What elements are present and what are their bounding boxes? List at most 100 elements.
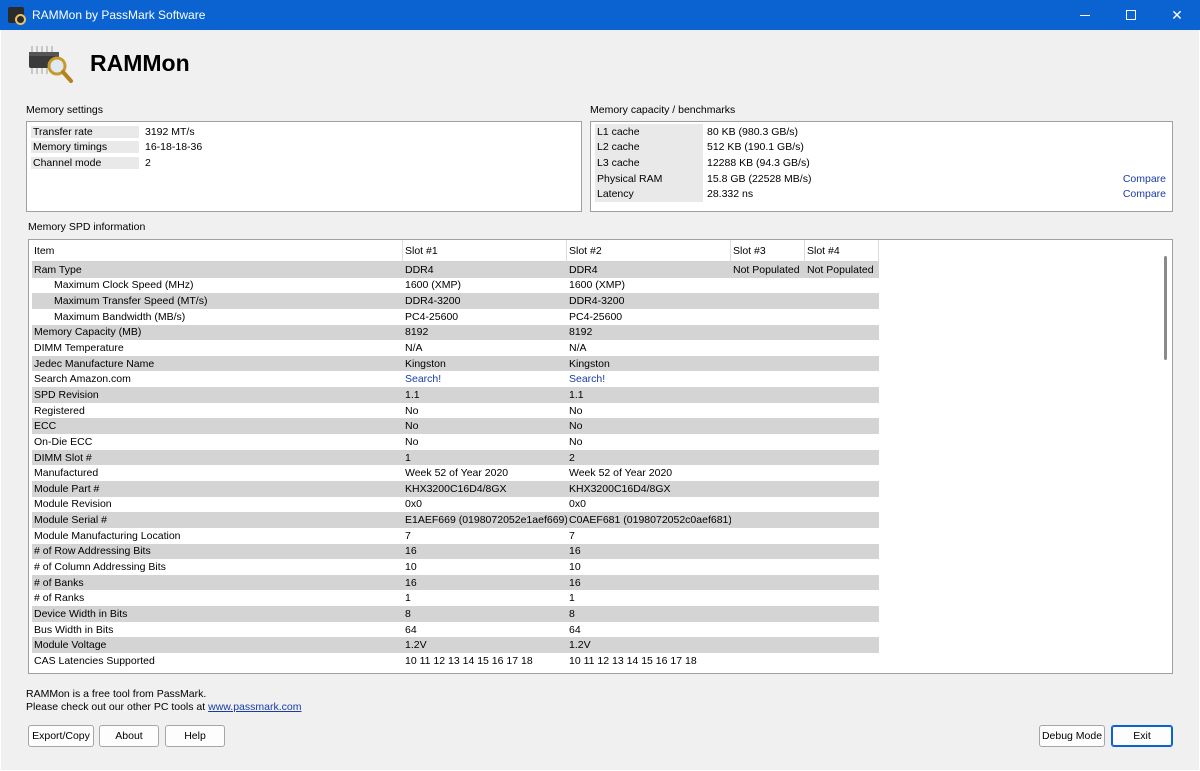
capacity-value: 28.332 ns — [707, 188, 754, 201]
capacity-key: Latency — [595, 186, 703, 202]
spd-row[interactable]: SPD Revision 1.1 1.1 — [32, 387, 879, 403]
spd-row[interactable]: Maximum Transfer Speed (MT/s) DDR4-3200 DD… — [32, 293, 879, 309]
compare-ram-link[interactable]: Compare — [1123, 173, 1166, 185]
spd-row[interactable]: # of Banks 16 16 — [32, 574, 879, 591]
minimize-icon — [1080, 14, 1090, 16]
spd-header-slot4[interactable]: Slot #4 — [805, 240, 879, 262]
spd-slot4-cell — [805, 278, 879, 294]
spd-slot4-cell — [805, 465, 879, 481]
spd-slot1-cell: 1 — [405, 451, 411, 464]
spd-row[interactable]: ECC No No — [32, 418, 879, 435]
settings-key: Channel mode — [31, 156, 139, 169]
spd-slot3-cell — [731, 309, 805, 325]
spd-row[interactable]: Maximum Bandwidth (MB/s) PC4-25600 PC4-256… — [32, 309, 879, 325]
spd-row[interactable]: DIMM Temperature N/A N/A — [32, 340, 879, 356]
spd-slot2-cell: 1 — [569, 592, 575, 605]
spd-item-cell: Device Width in Bits — [34, 607, 128, 620]
spd-slot3-cell — [731, 606, 805, 622]
spd-slot2-cell: DDR4 — [569, 263, 598, 276]
spd-slot2-cell: PC4-25600 — [569, 310, 623, 323]
spd-row[interactable]: Device Width in Bits 8 8 — [32, 606, 879, 622]
capacity-key: L3 cache — [595, 155, 703, 171]
spd-slot2-cell: 0x0 — [569, 498, 586, 511]
close-button[interactable]: ✕ — [1154, 0, 1200, 30]
spd-header-slot3[interactable]: Slot #3 — [731, 240, 805, 262]
spd-row[interactable]: DIMM Slot # 1 2 — [32, 449, 879, 466]
spd-row[interactable]: Search Amazon.com Search! Search! — [32, 371, 879, 387]
spd-item-cell: # of Banks — [34, 576, 84, 589]
spd-slot1-cell: 8 — [405, 607, 411, 620]
search-amazon-link[interactable]: Search! — [403, 371, 567, 387]
spd-slot1-cell: N/A — [405, 342, 423, 355]
spd-slot4-cell — [805, 356, 879, 372]
spd-item-cell: DIMM Temperature — [34, 342, 124, 355]
spd-row[interactable]: Ram Type DDR4 DDR4 Not Populated Not Populat… — [32, 262, 879, 278]
debug-mode-button[interactable]: Debug Mode — [1039, 725, 1105, 747]
spd-header-slot2[interactable]: Slot #2 — [567, 240, 731, 262]
spd-row[interactable]: Memory Capacity (MB) 8192 8192 — [32, 324, 879, 341]
spd-row[interactable]: Module Voltage 1.2V 1.2V — [32, 637, 879, 654]
spd-slot4-cell — [805, 325, 879, 341]
spd-item-cell: Jedec Manufacture Name — [34, 357, 155, 370]
exit-button[interactable]: Exit — [1111, 725, 1173, 747]
spd-slot3-cell — [731, 293, 805, 309]
compare-latency-link[interactable]: Compare — [1123, 188, 1166, 200]
settings-row: Memory timings 16-18-18-36 — [31, 140, 202, 156]
capacity-value: 15.8 GB (22528 MB/s) — [707, 172, 812, 185]
spd-slot1-cell: Kingston — [405, 357, 446, 370]
spd-slot2-cell: 1.2V — [569, 639, 591, 652]
spd-slot4-cell — [805, 450, 879, 466]
maximize-button[interactable] — [1108, 0, 1154, 30]
spd-row[interactable]: Module Manufacturing Location 7 7 — [32, 528, 879, 544]
search-amazon-link[interactable]: Search! — [567, 371, 731, 387]
spd-row[interactable]: Maximum Clock Speed (MHz) 1600 (XMP) 1600 … — [32, 278, 879, 294]
spd-slot4-cell — [805, 512, 879, 528]
spd-row[interactable]: Bus Width in Bits 64 64 — [32, 622, 879, 638]
rammon-app-icon — [8, 7, 26, 25]
spd-slot1-cell: No — [405, 435, 419, 448]
spd-row[interactable]: Registered No No — [32, 403, 879, 419]
minimize-button[interactable] — [1062, 0, 1108, 30]
export-copy-button[interactable]: Export/Copy — [28, 725, 94, 747]
spd-slot2-cell: 1.1 — [569, 388, 584, 401]
window-title: RAMMon by PassMark Software — [32, 8, 206, 22]
spd-slot1-cell: No — [405, 420, 419, 433]
spd-item-cell: Module Manufacturing Location — [34, 529, 181, 542]
spd-row[interactable]: Jedec Manufacture Name Kingston Kingston — [32, 355, 879, 372]
capacity-row: L3 cache 12288 KB (94.3 GB/s) — [595, 155, 1166, 171]
spd-slot4-cell — [805, 371, 879, 387]
scrollbar-thumb[interactable] — [1164, 256, 1167, 360]
about-button[interactable]: About — [99, 725, 159, 747]
spd-table[interactable]: Item Slot #1 Slot #2 Slot #3 Slot #4 Ram… — [28, 239, 1173, 674]
spd-row[interactable]: Manufactured Week 52 of Year 2020 Week 52 … — [32, 465, 879, 481]
spd-row[interactable]: # of Column Addressing Bits 10 10 — [32, 559, 879, 575]
spd-slot1-cell: KHX3200C16D4/8GX — [405, 482, 507, 495]
spd-row[interactable]: Module Part # KHX3200C16D4/8GX KHX3200C16D… — [32, 480, 879, 497]
spd-row[interactable]: # of Row Addressing Bits 16 16 — [32, 543, 879, 560]
capacity-row: Latency 28.332 ns Compare — [595, 186, 1166, 202]
spd-slot4-cell — [805, 622, 879, 638]
spd-slot3-cell — [731, 590, 805, 606]
spd-row[interactable]: # of Ranks 1 1 — [32, 590, 879, 606]
spd-slot2-cell: No — [569, 420, 583, 433]
spd-item-cell: Search Amazon.com — [34, 373, 131, 386]
spd-row[interactable]: Module Revision 0x0 0x0 — [32, 497, 879, 513]
spd-row[interactable]: On-Die ECC No No — [32, 434, 879, 450]
passmark-website-link[interactable]: www.passmark.com — [208, 701, 301, 713]
spd-slot3-cell — [731, 450, 805, 466]
spd-header-slot1[interactable]: Slot #1 — [403, 240, 567, 262]
spd-row[interactable]: Module Serial # E1AEF669 (0198072052e1aef… — [32, 512, 879, 528]
settings-key: Memory timings — [31, 141, 139, 154]
spd-slot1-cell: 1600 (XMP) — [405, 279, 462, 292]
spd-header-item[interactable]: Item — [32, 240, 403, 262]
close-icon: ✕ — [1171, 6, 1183, 23]
spd-vertical-scrollbar[interactable] — [1161, 254, 1169, 673]
help-button[interactable]: Help — [165, 725, 225, 747]
capacity-value: 80 KB (980.3 GB/s) — [707, 125, 799, 138]
spd-slot2-cell: 7 — [569, 529, 575, 542]
spd-slot4-cell — [805, 309, 879, 325]
spd-slot3-cell — [731, 528, 805, 544]
spd-slot1-cell: 1.2V — [405, 639, 427, 652]
spd-slot3-cell — [731, 465, 805, 481]
spd-row[interactable]: CAS Latencies Supported 10 11 12 13 14 15… — [32, 653, 879, 669]
